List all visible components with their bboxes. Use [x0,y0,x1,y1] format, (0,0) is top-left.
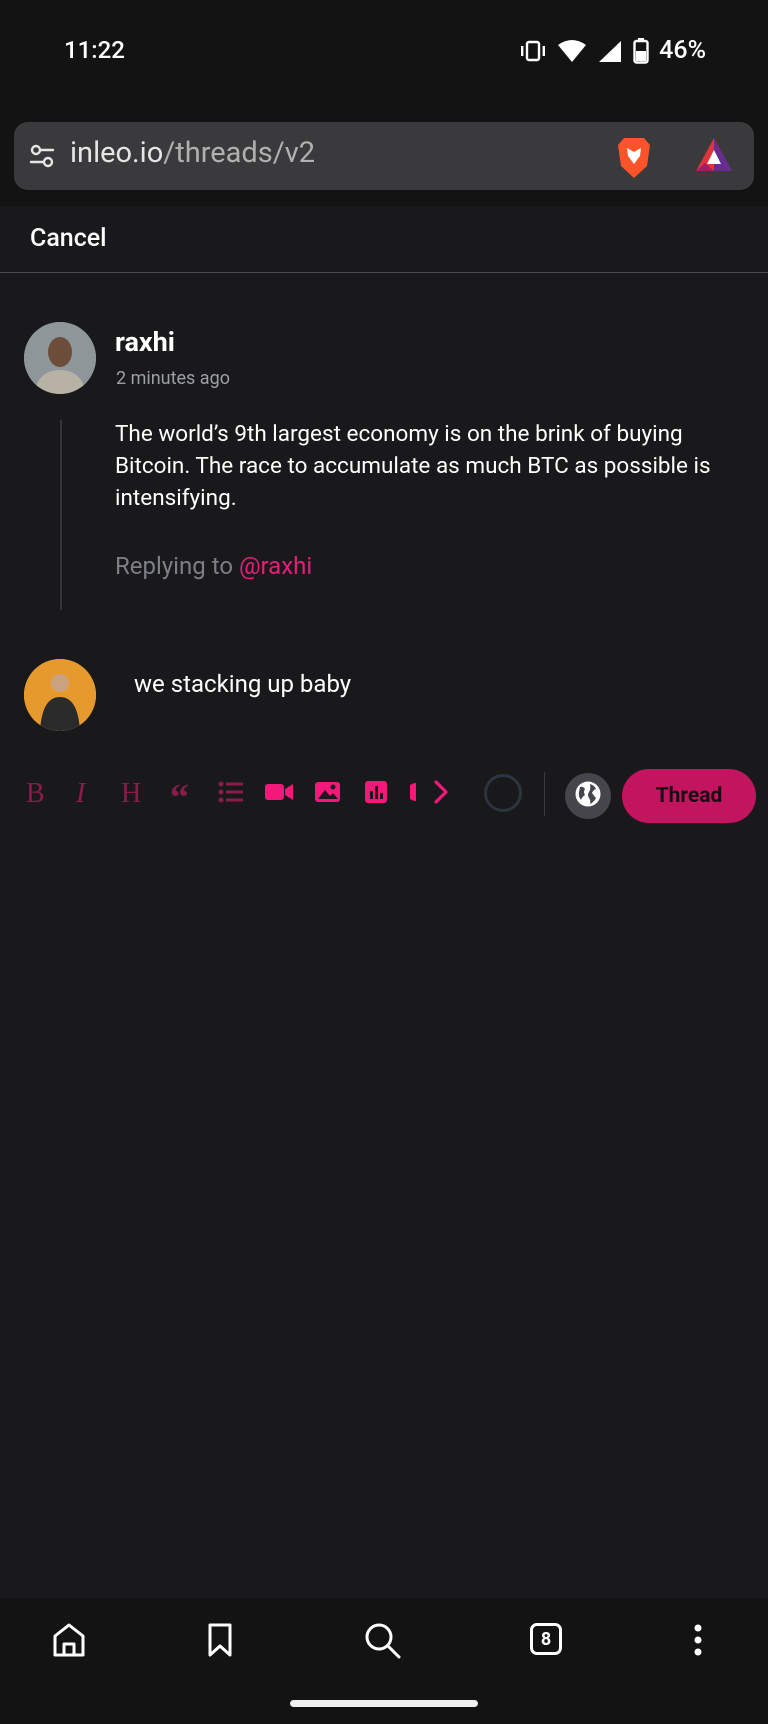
svg-text:“: “ [170,777,189,808]
svg-text:B: B [26,778,45,808]
url-text[interactable]: inleo.io/threads/v2 [70,136,315,170]
character-count-ring [484,774,522,812]
avatar[interactable] [24,322,96,394]
my-avatar [24,659,96,731]
status-time: 11:22 [64,36,125,64]
post-time: 2 minutes ago [116,368,230,389]
wifi-icon [557,39,587,63]
url-host: inleo.io [70,136,164,170]
vibrate-icon [519,39,547,63]
quote-icon[interactable]: “ [170,776,196,819]
signal-icon [597,39,623,63]
more-tool-icon[interactable] [407,776,416,812]
heading-icon[interactable]: H [120,776,148,812]
poll-icon[interactable] [364,776,388,812]
replying-prefix: Replying to [115,552,234,580]
bold-icon[interactable]: B [24,776,50,812]
post-body: The world’s 9th largest economy is on th… [115,421,711,511]
status-bar: 11:22 46% [0,0,768,108]
gesture-bar [290,1700,478,1707]
search-icon[interactable] [364,1622,402,1664]
site-settings-icon[interactable] [28,142,56,174]
list-icon[interactable] [218,776,244,812]
compose-header: Cancel [0,206,768,273]
tab-switcher-button[interactable]: 8 [530,1623,562,1655]
italic-icon[interactable]: I [72,776,98,812]
language-button[interactable] [565,773,611,819]
address-bar[interactable]: inleo.io/threads/v2 [14,122,754,190]
browser-bottom-bar: 8 [0,1598,768,1724]
home-icon[interactable] [52,1622,86,1662]
cancel-button[interactable]: Cancel [30,224,107,253]
replying-to: Replying to @raxhi [115,552,312,580]
chevron-right-icon[interactable] [430,776,452,812]
reply-input[interactable]: we stacking up baby [134,670,351,698]
brave-shields-icon[interactable] [614,136,654,184]
toolbar-divider [544,772,545,816]
bookmark-icon[interactable] [206,1622,234,1662]
svg-text:I: I [75,778,87,808]
thread-submit-button[interactable]: Thread [622,769,756,823]
video-icon[interactable] [264,776,294,812]
thread-connector [60,420,62,610]
mention-link[interactable]: @raxhi [239,552,312,580]
battery-icon [633,37,649,64]
battery-percent: 46% [659,36,706,65]
menu-icon[interactable] [692,1622,704,1662]
status-icons: 46% [519,36,706,65]
formatting-toolbar: B I H “ Thread [0,760,768,830]
svg-text:H: H [121,778,141,808]
bat-rewards-icon[interactable] [694,136,734,178]
post-author[interactable]: raxhi [115,326,175,358]
globe-icon [574,780,602,812]
image-icon[interactable] [314,776,342,812]
url-path: /threads/v2 [163,136,316,170]
browser-toolbar: inleo.io/threads/v2 [0,108,768,206]
